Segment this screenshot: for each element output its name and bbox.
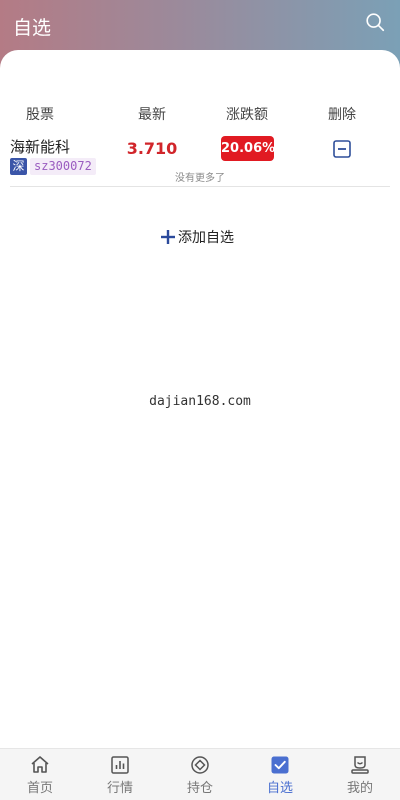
- search-icon[interactable]: [364, 11, 386, 33]
- column-header-latest: 最新: [138, 107, 166, 123]
- tab-label: 持仓: [186, 781, 213, 796]
- column-header-delete: 删除: [328, 107, 356, 123]
- column-header-change: 涨跌额: [226, 107, 268, 123]
- watermark-text: dajian168.com: [149, 394, 251, 409]
- column-header-stock: 股票: [26, 107, 54, 123]
- tab-label: 首页: [26, 781, 53, 796]
- add-watchlist-button[interactable]: 添加自选: [160, 227, 234, 247]
- tab-label: 我的: [346, 781, 373, 796]
- bottom-tab-bar: 首页 行情 持仓 自选 我的: [0, 748, 400, 800]
- user-icon: [351, 756, 369, 774]
- tab-label: 自选: [266, 781, 293, 796]
- tab-profile[interactable]: 我的: [320, 749, 400, 800]
- row-divider: [10, 186, 390, 187]
- add-watchlist-label: 添加自选: [178, 230, 234, 246]
- page-title: 自选: [13, 17, 52, 39]
- checkbox-icon: [271, 756, 289, 774]
- chart-icon: [111, 756, 129, 774]
- no-more-text: 没有更多了: [175, 173, 225, 184]
- latest-price: 3.710: [126, 139, 178, 158]
- home-icon: [31, 756, 49, 773]
- change-badge: 20.06%: [221, 136, 275, 161]
- remove-icon[interactable]: [333, 140, 351, 158]
- tab-home[interactable]: 首页: [0, 749, 80, 800]
- stock-name: 海新能科: [10, 138, 71, 156]
- table-header: 股票 最新 涨跌额 删除: [0, 104, 400, 126]
- tab-label: 行情: [106, 781, 133, 796]
- plus-icon: [161, 230, 175, 244]
- position-icon: [191, 756, 209, 774]
- tab-market[interactable]: 行情: [80, 749, 160, 800]
- tab-positions[interactable]: 持仓: [160, 749, 240, 800]
- tab-watchlist[interactable]: 自选: [240, 749, 320, 800]
